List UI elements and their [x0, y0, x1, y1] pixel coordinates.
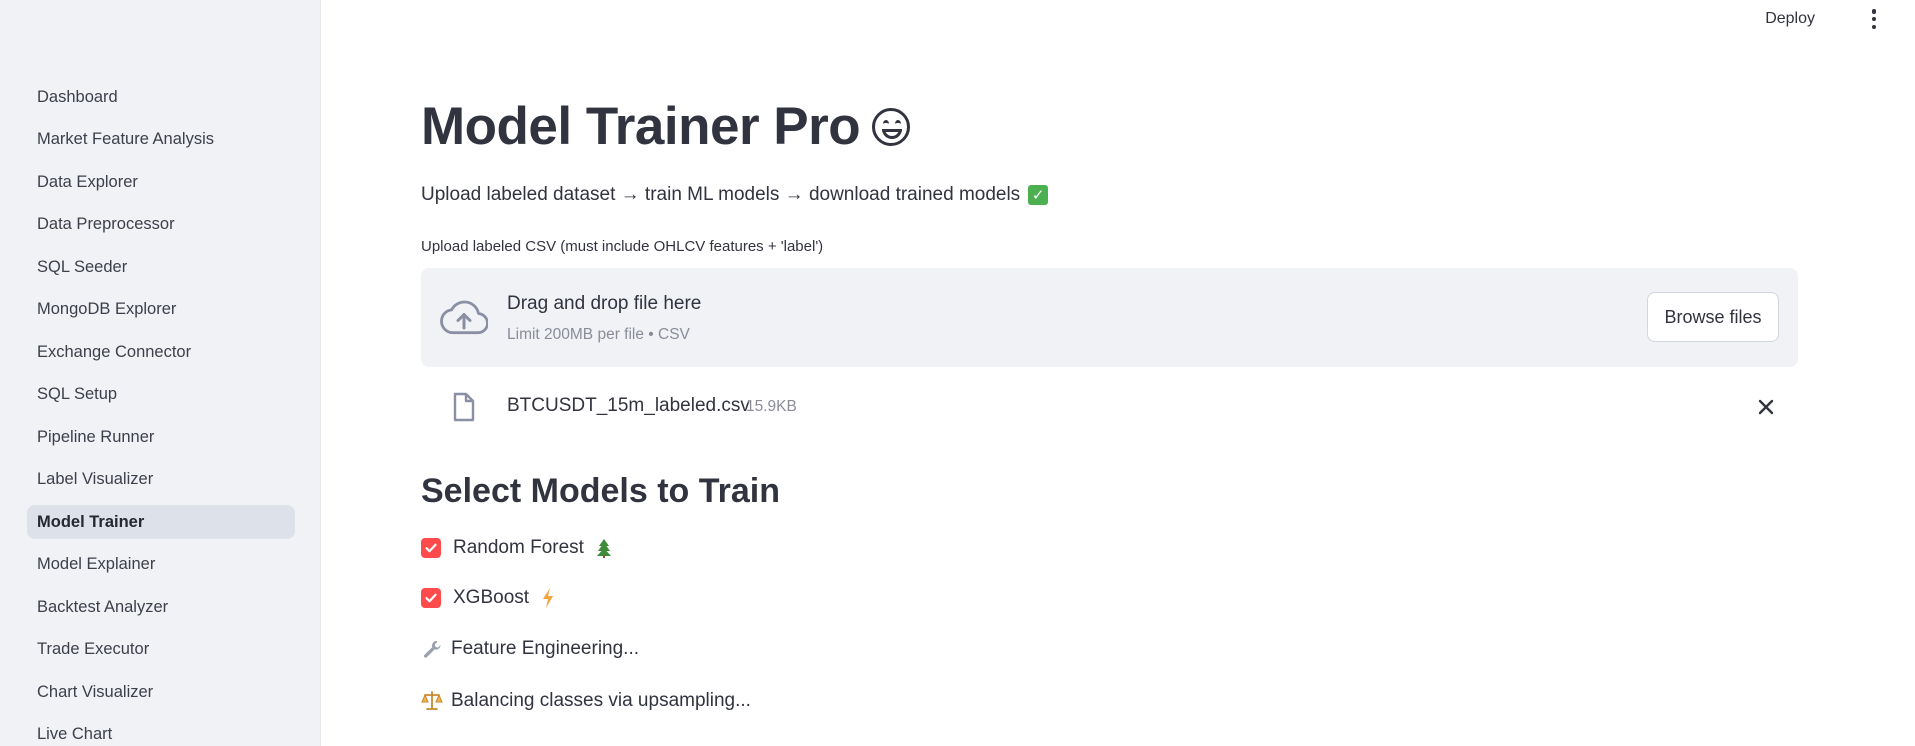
- page-subtitle-text: Upload labeled dataset → train ML models…: [421, 184, 1021, 205]
- sidebar-item-label: Backtest Analyzer: [37, 597, 169, 616]
- sidebar-item-label: Model Explainer: [37, 555, 156, 573]
- sidebar-item-live-chart[interactable]: Live Chart: [27, 718, 295, 746]
- status-text: Feature Engineering...: [451, 638, 640, 659]
- page-title: Model Trainer Pro: [421, 96, 911, 157]
- uploaded-file-row: BTCUSDT_15m_labeled.csv 15.9KB: [421, 385, 1798, 429]
- evergreen-tree-icon: [596, 539, 611, 558]
- browse-files-button[interactable]: Browse files: [1647, 292, 1779, 342]
- uploaded-file-name: BTCUSDT_15m_labeled.csv: [507, 395, 750, 416]
- sidebar-item-label: Label Visualizer: [37, 470, 154, 488]
- lightning-bolt-icon: [543, 588, 554, 608]
- section-title: Select Models to Train: [421, 472, 780, 510]
- file-dropzone[interactable]: Drag and drop file here Limit 200MB per …: [421, 268, 1798, 367]
- sidebar-item-data-explorer[interactable]: Data Explorer: [27, 165, 295, 199]
- page-subtitle: Upload labeled dataset → train ML models…: [421, 184, 1049, 206]
- sidebar-item-label-visualizer[interactable]: Label Visualizer: [27, 463, 295, 497]
- deploy-button[interactable]: Deploy: [1765, 10, 1815, 28]
- sidebar-item-chart-visualizer[interactable]: Chart Visualizer: [27, 675, 295, 709]
- sidebar-item-trade-executor[interactable]: Trade Executor: [27, 633, 295, 667]
- sidebar-item-label: MongoDB Explorer: [37, 300, 177, 318]
- balance-scale-icon: [421, 691, 443, 710]
- sidebar-item-label: Model Trainer: [37, 512, 145, 531]
- sidebar-item-label: Chart Visualizer: [37, 682, 154, 701]
- file-icon: [453, 392, 475, 422]
- sidebar-item-label: Market Feature Analysis: [37, 130, 214, 148]
- uploader-label: Upload labeled CSV (must include OHLCV f…: [421, 238, 824, 255]
- sidebar-item-label: Exchange Connector: [37, 342, 192, 361]
- sidebar-item-model-explainer[interactable]: Model Explainer: [27, 548, 295, 582]
- sidebar-item-sql-seeder[interactable]: SQL Seeder: [27, 250, 295, 284]
- status-feature-engineering: Feature Engineering...: [421, 638, 639, 660]
- close-icon[interactable]: [1756, 397, 1776, 417]
- page-title-text: Model Trainer Pro: [421, 97, 861, 156]
- model-option-random-forest[interactable]: Random Forest: [421, 537, 612, 559]
- sidebar-item-label: Dashboard: [37, 87, 118, 106]
- sidebar-item-model-trainer[interactable]: Model Trainer: [27, 505, 295, 539]
- xgboost-checkbox[interactable]: [421, 588, 441, 608]
- kebab-menu-icon[interactable]: [1871, 9, 1877, 29]
- sidebar-item-data-preprocessor[interactable]: Data Preprocessor: [27, 208, 295, 242]
- model-option-label: XGBoost: [453, 587, 530, 608]
- sidebar-item-label: SQL Setup: [37, 385, 118, 403]
- model-option-xgboost[interactable]: XGBoost: [421, 587, 555, 609]
- sidebar-item-label: Data Preprocessor: [37, 215, 175, 233]
- wrench-icon: [424, 641, 441, 658]
- sidebar-item-dashboard[interactable]: Dashboard: [27, 80, 295, 114]
- status-text: Balancing classes via upsampling...: [451, 690, 751, 711]
- sidebar-item-label: Trade Executor: [37, 640, 150, 658]
- nerd-face-icon: [872, 107, 911, 146]
- cloud-upload-icon: [440, 300, 488, 335]
- status-balancing-classes: Balancing classes via upsampling...: [421, 690, 751, 712]
- sidebar-item-backtest-analyzer[interactable]: Backtest Analyzer: [27, 590, 295, 624]
- dropzone-title: Drag and drop file here: [507, 293, 702, 314]
- sidebar: Dashboard Market Feature Analysis Data E…: [0, 0, 321, 746]
- sidebar-item-sql-setup[interactable]: SQL Setup: [27, 378, 295, 412]
- uploaded-file-size: 15.9KB: [746, 398, 797, 415]
- sidebar-item-label: SQL Seeder: [37, 257, 128, 276]
- sidebar-item-mongodb-explorer[interactable]: MongoDB Explorer: [27, 293, 295, 327]
- dropzone-limit: Limit 200MB per file • CSV: [507, 326, 690, 343]
- sidebar-item-label: Pipeline Runner: [37, 427, 155, 446]
- sidebar-item-pipeline-runner[interactable]: Pipeline Runner: [27, 420, 295, 454]
- sidebar-item-market-feature-analysis[interactable]: Market Feature Analysis: [27, 123, 295, 157]
- model-option-label: Random Forest: [453, 537, 584, 558]
- sidebar-item-label: Data Explorer: [37, 172, 138, 191]
- sidebar-nav: Dashboard Market Feature Analysis Data E…: [27, 80, 295, 746]
- check-mark-icon: ✓: [1028, 185, 1049, 205]
- sidebar-item-label: Live Chart: [37, 725, 113, 743]
- sidebar-item-exchange-connector[interactable]: Exchange Connector: [27, 335, 295, 369]
- random-forest-checkbox[interactable]: [421, 538, 441, 558]
